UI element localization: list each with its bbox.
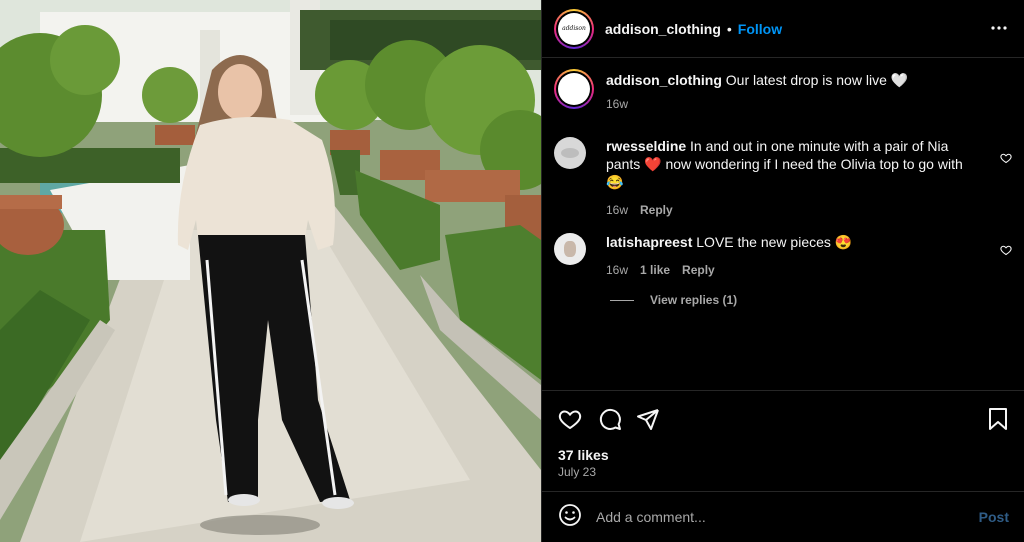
commenter-avatar[interactable] — [554, 233, 586, 265]
more-icon[interactable] — [991, 20, 1007, 41]
post-panel: addison addison_clothing • Follow addiso… — [541, 0, 1024, 542]
comment-time[interactable]: 16w — [606, 261, 628, 279]
like-comment-icon[interactable] — [1000, 243, 1012, 261]
comment-username[interactable]: latishapreest — [606, 234, 692, 250]
author-username[interactable]: addison_clothing — [605, 21, 721, 37]
comment-composer: Post — [542, 491, 1024, 542]
comments-list: addison_clothing Our latest drop is now … — [542, 59, 1024, 390]
like-comment-icon[interactable] — [1000, 151, 1012, 169]
author-avatar-logo: addison — [558, 12, 590, 45]
comment-likes[interactable]: 1 like — [640, 261, 670, 279]
post-button[interactable]: Post — [979, 509, 1009, 525]
post-image — [0, 0, 541, 542]
caption-body: addison_clothing Our latest drop is now … — [606, 71, 966, 113]
view-replies-line — [610, 299, 634, 301]
emoji-icon[interactable] — [558, 503, 582, 532]
comment-text: LOVE the new pieces 😍 — [696, 234, 853, 250]
likes-count[interactable]: 37 likes — [558, 447, 609, 463]
author-avatar[interactable]: addison — [554, 8, 594, 49]
follow-button[interactable]: Follow — [738, 21, 782, 37]
caption-text: Our latest drop is now live 🤍 — [725, 72, 909, 88]
commenter-avatar[interactable] — [554, 137, 586, 169]
comment-body: rwesseldine In and out in one minute wit… — [606, 137, 966, 219]
caption-row: addison_clothing Our latest drop is now … — [554, 69, 1012, 131]
view-replies-label: View replies (1) — [650, 293, 738, 307]
comment-username[interactable]: rwesseldine — [606, 138, 686, 154]
comment-input[interactable] — [596, 509, 956, 525]
separator-dot: • — [726, 20, 732, 37]
comment-icon[interactable] — [598, 407, 622, 436]
caption-avatar[interactable] — [554, 69, 594, 109]
reply-button[interactable]: Reply — [682, 261, 715, 279]
post-photo[interactable] — [0, 0, 541, 542]
caption-time[interactable]: 16w — [606, 95, 628, 113]
caption-username[interactable]: addison_clothing — [606, 72, 722, 88]
comment-time[interactable]: 16w — [606, 201, 628, 219]
comment-row: latishapreest LOVE the new pieces 😍 16w … — [554, 233, 1012, 283]
bookmark-icon[interactable] — [987, 407, 1009, 436]
view-replies-button[interactable]: View replies (1) — [610, 293, 737, 307]
post-date: July 23 — [558, 465, 597, 479]
post-actions: 37 likes July 23 — [542, 390, 1024, 490]
heart-icon[interactable] — [558, 407, 582, 436]
reply-button[interactable]: Reply — [640, 201, 673, 219]
comment-row: rwesseldine In and out in one minute wit… — [554, 137, 1012, 217]
share-icon[interactable] — [636, 407, 660, 436]
post-header: addison addison_clothing • Follow — [542, 0, 1024, 58]
comment-body: latishapreest LOVE the new pieces 😍 16w … — [606, 233, 966, 279]
